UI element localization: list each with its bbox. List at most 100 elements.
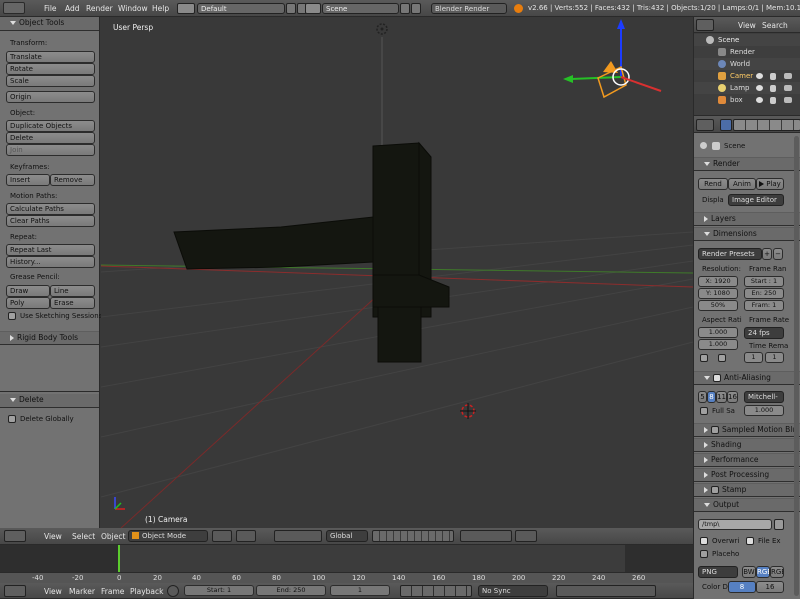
scale-button[interactable]: Scale (6, 75, 95, 87)
delete-button[interactable]: Delete (6, 132, 95, 144)
repeat-last-button[interactable]: Repeat Last (6, 244, 95, 256)
end-frame-field[interactable]: En: 250 (744, 288, 784, 299)
outliner-search-menu[interactable]: Search (762, 21, 788, 30)
info-editor-icon[interactable] (3, 2, 25, 14)
layout-add-icon[interactable] (286, 3, 296, 14)
file-extensions-checkbox[interactable] (746, 537, 754, 545)
layers-panel-header[interactable]: Layers (694, 212, 800, 226)
transform-gizmo[interactable] (563, 19, 662, 99)
history-button[interactable]: History... (6, 256, 95, 268)
playback-controls-icons[interactable] (400, 585, 472, 597)
overwrite-checkbox[interactable] (700, 537, 708, 545)
shading-icon[interactable] (212, 530, 232, 542)
grease-erase-button[interactable]: Erase (50, 297, 95, 309)
lamp-icon[interactable] (376, 23, 388, 35)
outliner-view-menu[interactable]: View (738, 21, 756, 30)
screen-layout-icon[interactable] (177, 3, 195, 14)
render-preview-icon[interactable] (515, 530, 537, 542)
sync-selector[interactable]: No Sync (478, 585, 548, 597)
3d-viewport[interactable]: User Persp (1) Camera (101, 17, 693, 528)
view-menu[interactable]: View (44, 532, 62, 541)
clear-paths-button[interactable]: Clear Paths (6, 215, 95, 227)
outliner-row[interactable]: Render (694, 46, 800, 58)
color-depth-8[interactable]: 8 (728, 581, 756, 593)
render-camera-icon[interactable] (784, 85, 792, 91)
color-mode-bw[interactable]: BW (742, 566, 756, 578)
delete-globally-checkbox[interactable] (8, 415, 16, 423)
resolution-x-field[interactable]: X: 1920 (698, 276, 738, 287)
scene-selector[interactable]: Scene (322, 3, 399, 14)
outliner-row[interactable]: Scene (694, 34, 800, 46)
resolution-y-field[interactable]: Y: 1080 (698, 288, 738, 299)
fps-selector[interactable]: 24 fps (744, 327, 784, 339)
visibility-eye-icon[interactable] (756, 97, 763, 103)
grease-poly-button[interactable]: Poly (6, 297, 50, 309)
pin-icon[interactable] (700, 142, 707, 149)
anti-aliasing-checkbox[interactable] (713, 374, 721, 382)
object-menu[interactable]: Object (101, 532, 125, 541)
render-panel-header[interactable]: Render (694, 157, 800, 171)
timeline-playback-menu[interactable]: Playback (130, 587, 163, 596)
visibility-eye-icon[interactable] (756, 85, 763, 91)
visibility-eye-icon[interactable] (756, 73, 763, 79)
menu-window[interactable]: Window (118, 4, 148, 13)
properties-scrollbar[interactable] (794, 136, 799, 596)
border-checkbox[interactable] (700, 354, 708, 362)
join-button[interactable]: Join (6, 144, 95, 156)
duplicate-objects-button[interactable]: Duplicate Objects (6, 120, 95, 132)
output-panel-header[interactable]: Output (694, 498, 800, 512)
placeholders-checkbox[interactable] (700, 550, 708, 558)
color-mode-rgb[interactable]: RGB (756, 566, 770, 578)
calculate-paths-button[interactable]: Calculate Paths (6, 203, 95, 215)
anti-aliasing-panel-header[interactable]: Anti-Aliasing (694, 371, 800, 385)
aa-samples-5[interactable]: 5 (698, 391, 707, 403)
scene-close-icon[interactable] (411, 3, 421, 14)
aa-samples-8[interactable]: 8 (707, 391, 716, 403)
timeline-frame-menu[interactable]: Frame (101, 587, 124, 596)
stamp-checkbox[interactable] (711, 486, 719, 494)
timeline-area[interactable]: -40 -20 0 20 40 60 80 100 120 140 160 18… (0, 545, 800, 583)
post-processing-panel-header[interactable]: Post Processing (694, 468, 800, 482)
rigid-body-tools-header[interactable]: Rigid Body Tools (0, 331, 99, 345)
editor-type-icon[interactable] (696, 19, 714, 31)
render-presets-selector[interactable]: Render Presets (698, 248, 762, 260)
orientation-selector[interactable]: Global (326, 530, 368, 542)
performance-panel-header[interactable]: Performance (694, 453, 800, 467)
motion-blur-checkbox[interactable] (711, 426, 719, 434)
selectable-arrow-icon[interactable] (770, 73, 776, 80)
object-tools-header[interactable]: Object Tools (0, 17, 99, 31)
menu-add[interactable]: Add (65, 4, 80, 13)
editor-type-icon[interactable] (4, 585, 26, 597)
dimensions-panel-header[interactable]: Dimensions (694, 227, 800, 241)
render-engine-selector[interactable]: Blender Render (431, 3, 507, 14)
remove-keyframe-button[interactable]: Remove (50, 174, 95, 186)
snap-icon[interactable] (460, 530, 512, 542)
remap-old-field[interactable]: 1 (744, 352, 763, 363)
selectable-arrow-icon[interactable] (770, 85, 776, 92)
display-selector[interactable]: Image Editor (728, 194, 784, 206)
layers-icon[interactable] (372, 530, 454, 542)
remap-new-field[interactable]: 1 (765, 352, 784, 363)
color-mode-rgba[interactable]: RGB (770, 566, 784, 578)
outliner-row[interactable]: Camer (694, 70, 800, 82)
render-image-button[interactable]: Rend (698, 178, 728, 190)
selectable-arrow-icon[interactable] (770, 97, 776, 104)
aa-filter-selector[interactable]: Mitchell- (744, 391, 784, 403)
sketching-sessions-checkbox[interactable] (8, 312, 16, 320)
timeline-view-menu[interactable]: View (44, 587, 62, 596)
start-frame-field[interactable]: Start: 1 (184, 585, 254, 596)
scene-add-icon[interactable] (400, 3, 410, 14)
origin-button[interactable]: Origin (6, 91, 95, 103)
render-context-icon[interactable] (720, 119, 732, 131)
scene-icon[interactable] (305, 3, 321, 14)
keying-icons[interactable] (556, 585, 656, 597)
render-camera-icon[interactable] (784, 97, 792, 103)
frame-step-field[interactable]: Fram: 1 (744, 300, 784, 311)
render-camera-icon[interactable] (784, 73, 792, 79)
outliner-row[interactable]: Lamp (694, 82, 800, 94)
menu-help[interactable]: Help (152, 4, 169, 13)
full-sample-checkbox[interactable] (700, 407, 708, 415)
grease-draw-button[interactable]: Draw (6, 285, 50, 297)
translate-button[interactable]: Translate (6, 51, 95, 63)
aa-samples-16[interactable]: 16 (727, 391, 738, 403)
